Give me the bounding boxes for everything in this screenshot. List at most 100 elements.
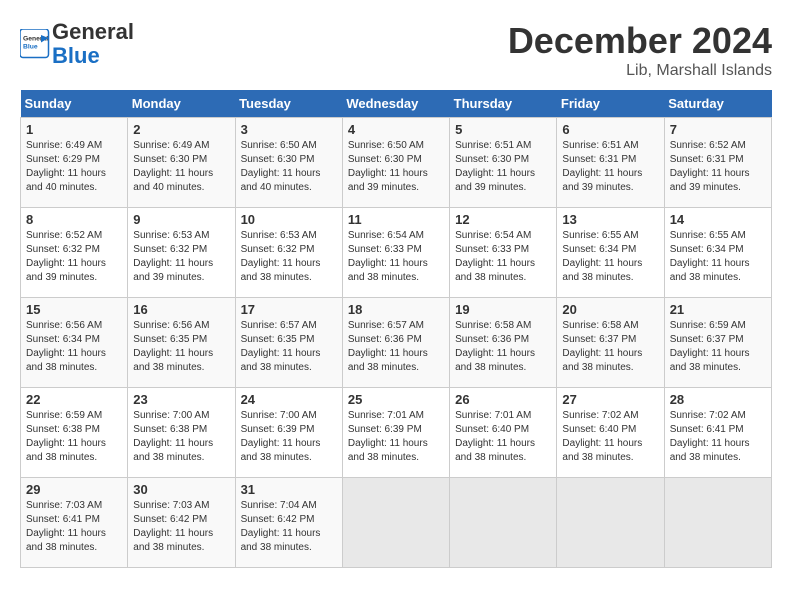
calendar-cell bbox=[450, 478, 557, 568]
calendar-cell: 29 Sunrise: 7:03 AMSunset: 6:41 PMDayligh… bbox=[21, 478, 128, 568]
day-number: 11 bbox=[348, 212, 444, 227]
day-number: 18 bbox=[348, 302, 444, 317]
calendar-cell: 9 Sunrise: 6:53 AMSunset: 6:32 PMDaylight… bbox=[128, 208, 235, 298]
day-header-wednesday: Wednesday bbox=[342, 90, 449, 118]
calendar-cell: 31Sunrise: 7:04 AMSunset: 6:42 PMDayligh… bbox=[235, 478, 342, 568]
day-info: Sunrise: 7:01 AMSunset: 6:39 PMDaylight:… bbox=[348, 409, 444, 465]
day-number: 17 bbox=[241, 302, 337, 317]
calendar-week-row: 8Sunrise: 6:52 AMSunset: 6:32 PMDaylight… bbox=[21, 208, 772, 298]
calendar-cell: 3 Sunrise: 6:50 AMSunset: 6:30 PMDaylight… bbox=[235, 118, 342, 208]
calendar-cell: 13 Sunrise: 6:55 AMSunset: 6:34 PMDayligh… bbox=[557, 208, 664, 298]
day-info: Sunrise: 6:57 AMSunset: 6:35 PMDaylight:… bbox=[241, 319, 337, 375]
calendar-cell: 25 Sunrise: 7:01 AMSunset: 6:39 PMDayligh… bbox=[342, 388, 449, 478]
day-number: 21 bbox=[670, 302, 766, 317]
day-number: 9 bbox=[133, 212, 229, 227]
day-info: Sunrise: 6:54 AMSunset: 6:33 PMDaylight:… bbox=[348, 229, 444, 285]
title-block: December 2024 Lib, Marshall Islands bbox=[508, 20, 772, 80]
day-number: 20 bbox=[562, 302, 658, 317]
calendar-cell: 20 Sunrise: 6:58 AMSunset: 6:37 PMDayligh… bbox=[557, 298, 664, 388]
day-number: 27 bbox=[562, 392, 658, 407]
day-number: 8 bbox=[26, 212, 122, 227]
day-info: Sunrise: 6:49 AMSunset: 6:29 PMDaylight:… bbox=[26, 139, 122, 195]
day-header-thursday: Thursday bbox=[450, 90, 557, 118]
day-number: 13 bbox=[562, 212, 658, 227]
day-number: 26 bbox=[455, 392, 551, 407]
day-number: 23 bbox=[133, 392, 229, 407]
calendar-header-row: SundayMondayTuesdayWednesdayThursdayFrid… bbox=[21, 90, 772, 118]
day-number: 5 bbox=[455, 122, 551, 137]
calendar-cell: 27 Sunrise: 7:02 AMSunset: 6:40 PMDayligh… bbox=[557, 388, 664, 478]
day-info: Sunrise: 6:53 AMSunset: 6:32 PMDaylight:… bbox=[241, 229, 337, 285]
month-title: December 2024 bbox=[508, 20, 772, 62]
day-number: 24 bbox=[241, 392, 337, 407]
day-info: Sunrise: 7:02 AMSunset: 6:41 PMDaylight:… bbox=[670, 409, 766, 465]
calendar-cell: 8Sunrise: 6:52 AMSunset: 6:32 PMDaylight… bbox=[21, 208, 128, 298]
calendar-cell: 14 Sunrise: 6:55 AMSunset: 6:34 PMDayligh… bbox=[664, 208, 771, 298]
day-header-monday: Monday bbox=[128, 90, 235, 118]
calendar-cell: 15Sunrise: 6:56 AMSunset: 6:34 PMDayligh… bbox=[21, 298, 128, 388]
day-header-friday: Friday bbox=[557, 90, 664, 118]
calendar-cell: 28 Sunrise: 7:02 AMSunset: 6:41 PMDayligh… bbox=[664, 388, 771, 478]
day-number: 19 bbox=[455, 302, 551, 317]
day-number: 22 bbox=[26, 392, 122, 407]
day-number: 16 bbox=[133, 302, 229, 317]
logo-general: General bbox=[52, 19, 134, 44]
day-info: Sunrise: 7:03 AMSunset: 6:41 PMDaylight:… bbox=[26, 499, 122, 555]
day-info: Sunrise: 6:50 AMSunset: 6:30 PMDaylight:… bbox=[348, 139, 444, 195]
day-number: 4 bbox=[348, 122, 444, 137]
day-info: Sunrise: 6:53 AMSunset: 6:32 PMDaylight:… bbox=[133, 229, 229, 285]
day-info: Sunrise: 6:55 AMSunset: 6:34 PMDaylight:… bbox=[670, 229, 766, 285]
day-info: Sunrise: 6:56 AMSunset: 6:35 PMDaylight:… bbox=[133, 319, 229, 375]
calendar-cell: 18 Sunrise: 6:57 AMSunset: 6:36 PMDayligh… bbox=[342, 298, 449, 388]
logo-blue: Blue bbox=[52, 43, 100, 68]
logo: General Blue General Blue bbox=[20, 20, 134, 68]
day-info: Sunrise: 6:58 AMSunset: 6:37 PMDaylight:… bbox=[562, 319, 658, 375]
day-info: Sunrise: 7:03 AMSunset: 6:42 PMDaylight:… bbox=[133, 499, 229, 555]
day-header-sunday: Sunday bbox=[21, 90, 128, 118]
day-info: Sunrise: 6:56 AMSunset: 6:34 PMDaylight:… bbox=[26, 319, 122, 375]
day-number: 29 bbox=[26, 482, 122, 497]
day-info: Sunrise: 6:54 AMSunset: 6:33 PMDaylight:… bbox=[455, 229, 551, 285]
day-number: 14 bbox=[670, 212, 766, 227]
day-info: Sunrise: 7:02 AMSunset: 6:40 PMDaylight:… bbox=[562, 409, 658, 465]
day-info: Sunrise: 6:52 AMSunset: 6:31 PMDaylight:… bbox=[670, 139, 766, 195]
calendar-cell: 10 Sunrise: 6:53 AMSunset: 6:32 PMDayligh… bbox=[235, 208, 342, 298]
page-header: General Blue General Blue December 2024 … bbox=[20, 20, 772, 80]
day-number: 1 bbox=[26, 122, 122, 137]
calendar-week-row: 15Sunrise: 6:56 AMSunset: 6:34 PMDayligh… bbox=[21, 298, 772, 388]
day-number: 28 bbox=[670, 392, 766, 407]
logo-text: General Blue bbox=[52, 20, 134, 68]
calendar-week-row: 29 Sunrise: 7:03 AMSunset: 6:41 PMDayligh… bbox=[21, 478, 772, 568]
calendar-cell: 24Sunrise: 7:00 AMSunset: 6:39 PMDayligh… bbox=[235, 388, 342, 478]
day-info: Sunrise: 7:01 AMSunset: 6:40 PMDaylight:… bbox=[455, 409, 551, 465]
day-info: Sunrise: 6:58 AMSunset: 6:36 PMDaylight:… bbox=[455, 319, 551, 375]
day-info: Sunrise: 6:51 AMSunset: 6:31 PMDaylight:… bbox=[562, 139, 658, 195]
location: Lib, Marshall Islands bbox=[508, 62, 772, 80]
day-number: 6 bbox=[562, 122, 658, 137]
calendar-cell: 11 Sunrise: 6:54 AMSunset: 6:33 PMDayligh… bbox=[342, 208, 449, 298]
calendar-cell: 6 Sunrise: 6:51 AMSunset: 6:31 PMDaylight… bbox=[557, 118, 664, 208]
day-info: Sunrise: 6:57 AMSunset: 6:36 PMDaylight:… bbox=[348, 319, 444, 375]
day-number: 3 bbox=[241, 122, 337, 137]
day-number: 12 bbox=[455, 212, 551, 227]
day-info: Sunrise: 6:49 AMSunset: 6:30 PMDaylight:… bbox=[133, 139, 229, 195]
day-number: 25 bbox=[348, 392, 444, 407]
calendar-cell: 2Sunrise: 6:49 AMSunset: 6:30 PMDaylight… bbox=[128, 118, 235, 208]
calendar-cell: 1 Sunrise: 6:49 AMSunset: 6:29 PMDaylight… bbox=[21, 118, 128, 208]
day-number: 7 bbox=[670, 122, 766, 137]
day-info: Sunrise: 6:59 AMSunset: 6:37 PMDaylight:… bbox=[670, 319, 766, 375]
day-header-saturday: Saturday bbox=[664, 90, 771, 118]
day-info: Sunrise: 7:00 AMSunset: 6:38 PMDaylight:… bbox=[133, 409, 229, 465]
day-number: 10 bbox=[241, 212, 337, 227]
calendar-cell: 12 Sunrise: 6:54 AMSunset: 6:33 PMDayligh… bbox=[450, 208, 557, 298]
day-info: Sunrise: 6:59 AMSunset: 6:38 PMDaylight:… bbox=[26, 409, 122, 465]
day-info: Sunrise: 6:55 AMSunset: 6:34 PMDaylight:… bbox=[562, 229, 658, 285]
day-info: Sunrise: 6:50 AMSunset: 6:30 PMDaylight:… bbox=[241, 139, 337, 195]
calendar-cell bbox=[664, 478, 771, 568]
svg-text:Blue: Blue bbox=[23, 44, 38, 51]
day-info: Sunrise: 6:51 AMSunset: 6:30 PMDaylight:… bbox=[455, 139, 551, 195]
calendar-cell: 16 Sunrise: 6:56 AMSunset: 6:35 PMDayligh… bbox=[128, 298, 235, 388]
day-header-tuesday: Tuesday bbox=[235, 90, 342, 118]
calendar-table: SundayMondayTuesdayWednesdayThursdayFrid… bbox=[20, 90, 772, 568]
calendar-week-row: 1 Sunrise: 6:49 AMSunset: 6:29 PMDaylight… bbox=[21, 118, 772, 208]
